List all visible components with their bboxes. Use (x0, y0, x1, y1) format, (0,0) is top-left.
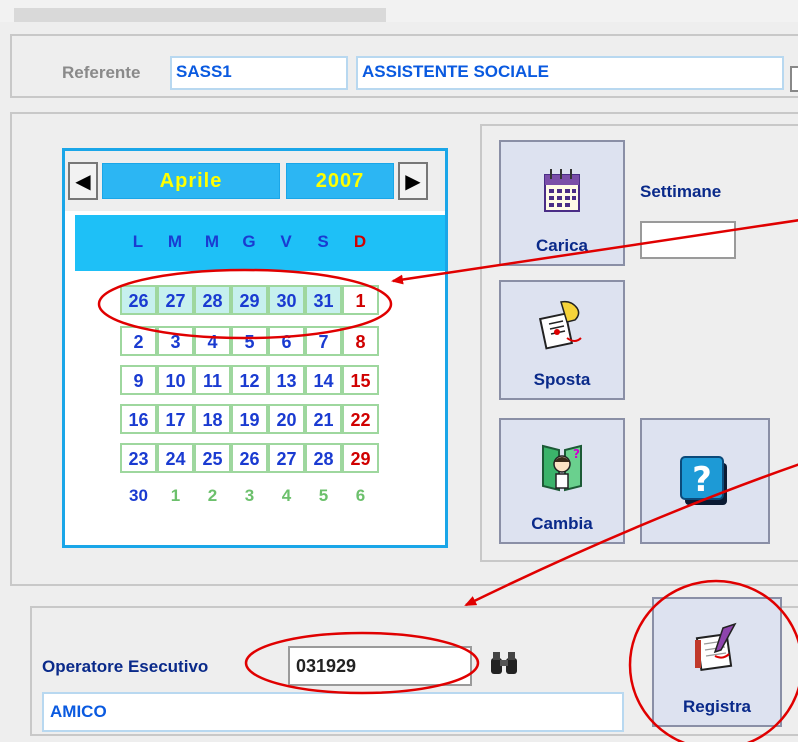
weekday-label: M (167, 232, 183, 251)
calendar-day-cell[interactable]: 20 (268, 404, 305, 434)
referente-code-field[interactable]: SASS1 (170, 56, 348, 90)
calendar-day-cell[interactable]: 2 (194, 482, 231, 512)
calendar-day-cell[interactable]: 21 (305, 404, 342, 434)
calendar-day-cell[interactable]: 31 (305, 285, 342, 315)
calendar-day-cell[interactable]: 9 (120, 365, 157, 395)
calendar-day-cell[interactable]: 22 (342, 404, 379, 434)
calendar-day-cell[interactable]: 6 (342, 482, 379, 512)
carica-label: Carica (536, 236, 588, 255)
registra-label: Registra (682, 697, 752, 716)
calendar-day-cell[interactable]: 28 (194, 285, 231, 315)
calendar-day-cell[interactable]: 18 (194, 404, 231, 434)
calendar-day-cell[interactable]: 25 (194, 443, 231, 473)
calendar-day-cell[interactable]: 8 (342, 326, 379, 356)
sposta-label: Sposta (533, 370, 591, 389)
carica-button[interactable]: Carica (499, 140, 625, 266)
weekday-label: S (317, 232, 329, 251)
calendar-day-cell[interactable]: 2 (120, 326, 157, 356)
calendar-icon (539, 142, 585, 236)
calendar-day-cell[interactable]: 30 (120, 482, 157, 512)
calendar-day-cell[interactable]: 19 (231, 404, 268, 434)
calendar-day-cell[interactable]: 1 (342, 285, 379, 315)
weekday-label: L (132, 232, 144, 251)
calendar-day-cell[interactable]: 27 (157, 285, 194, 315)
month-selector[interactable]: Aprile (102, 163, 280, 199)
calendar-day-cell[interactable]: 5 (231, 326, 268, 356)
referente-label: Referente (62, 63, 141, 82)
settimane-label: Settimane (640, 182, 722, 201)
settimane-input[interactable] (640, 221, 736, 259)
binoculars-search-button[interactable] (484, 646, 524, 680)
calendar-day-cell[interactable]: 1 (157, 482, 194, 512)
calendar-day-cell[interactable]: 4 (194, 326, 231, 356)
calendar-day-cell[interactable]: 26 (231, 443, 268, 473)
calendar-day-cell[interactable]: 7 (305, 326, 342, 356)
referente-lookup-button[interactable] (790, 66, 798, 92)
registra-button[interactable]: Registra (652, 597, 782, 727)
calendar-day-cell[interactable]: 12 (231, 365, 268, 395)
weekday-label: D (353, 232, 367, 251)
calendar-day-cell[interactable]: 17 (157, 404, 194, 434)
help-question-icon: ? (677, 420, 733, 542)
register-notebook-icon (693, 599, 741, 697)
tab-strip (14, 8, 386, 22)
calendar-day-cell[interactable]: 29 (342, 443, 379, 473)
calendar-day-cell[interactable]: 28 (305, 443, 342, 473)
weekday-label: V (280, 232, 292, 251)
calendar-day-cell[interactable]: 3 (231, 482, 268, 512)
weekday-label: M (204, 232, 220, 251)
help-button[interactable]: ? (640, 418, 770, 544)
calendar-day-cell[interactable]: 16 (120, 404, 157, 434)
calendar-day-cell[interactable]: 13 (268, 365, 305, 395)
next-month-button[interactable]: ▶ (398, 162, 428, 200)
calendar-day-cell[interactable]: 24 (157, 443, 194, 473)
svg-text:?: ? (692, 460, 712, 500)
move-hand-icon (539, 282, 585, 370)
calendar-day-cell[interactable]: 10 (157, 365, 194, 395)
binoculars-icon (491, 652, 517, 674)
triangle-left-icon: ◀ (75, 170, 91, 193)
calendar-day-cell[interactable]: 6 (268, 326, 305, 356)
weekday-label: G (242, 232, 256, 251)
calendar-day-cell[interactable]: 4 (268, 482, 305, 512)
calendar-day-cell[interactable]: 14 (305, 365, 342, 395)
calendar-day-cell[interactable]: 30 (268, 285, 305, 315)
cambia-button[interactable]: ? Cambia (499, 418, 625, 544)
calendar-day-cell[interactable]: 26 (120, 285, 157, 315)
operatore-name-field[interactable]: AMICO (42, 692, 624, 732)
calendar-day-cell[interactable]: 27 (268, 443, 305, 473)
cambia-label: Cambia (531, 514, 593, 533)
operatore-label: Operatore Esecutivo (42, 657, 209, 676)
calendar-day-cell[interactable]: 3 (157, 326, 194, 356)
previous-month-button[interactable]: ◀ (68, 162, 98, 200)
sposta-button[interactable]: Sposta (499, 280, 625, 400)
calendar-day-cell[interactable]: 15 (342, 365, 379, 395)
calendar-day-cell[interactable]: 23 (120, 443, 157, 473)
svg-text:?: ? (573, 447, 580, 461)
person-book-icon: ? (539, 420, 585, 514)
referente-description-field[interactable]: ASSISTENTE SOCIALE (356, 56, 784, 90)
calendar-day-cell[interactable]: 11 (194, 365, 231, 395)
operatore-code-field[interactable]: 031929 (288, 646, 472, 686)
calendar-day-cell[interactable]: 29 (231, 285, 268, 315)
triangle-right-icon: ▶ (405, 170, 421, 193)
calendar-day-cell[interactable]: 5 (305, 482, 342, 512)
year-selector[interactable]: 2007 (286, 163, 394, 199)
